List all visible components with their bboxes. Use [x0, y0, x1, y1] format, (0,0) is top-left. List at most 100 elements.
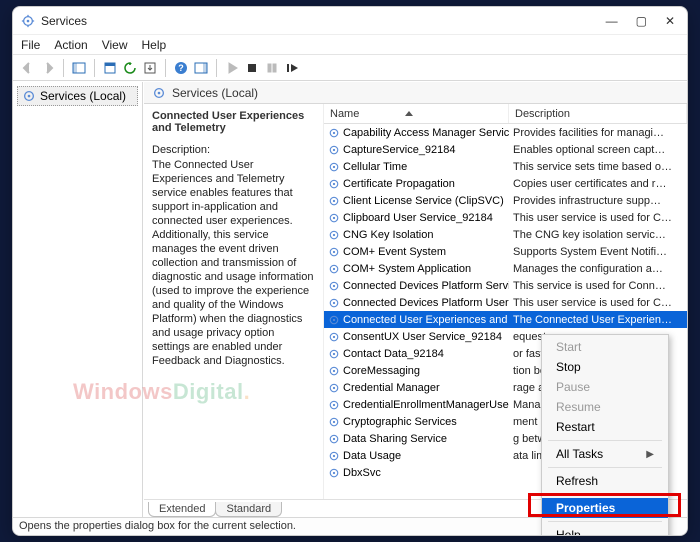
properties-button[interactable]	[101, 59, 119, 77]
toolbar-separator	[216, 59, 217, 77]
show-hide-action-pane-button[interactable]	[192, 59, 210, 77]
ctx-refresh[interactable]: Refresh	[542, 471, 668, 491]
close-button[interactable]: ✕	[665, 14, 675, 28]
menu-action[interactable]: Action	[54, 38, 87, 52]
service-row[interactable]: Connected Devices Platform User Service……	[324, 294, 687, 311]
gear-icon	[328, 144, 340, 156]
gear-icon	[328, 416, 340, 428]
gear-icon	[328, 433, 340, 445]
selected-service-name: Connected User Experiences and Telemetry	[152, 110, 315, 134]
back-button[interactable]	[19, 59, 37, 77]
service-description-cell: Copies user certificates and r…	[509, 178, 687, 190]
service-name-label: Contact Data_92184	[343, 348, 444, 360]
service-name-label: Connected Devices Platform User Service…	[343, 297, 509, 309]
gear-icon	[328, 263, 340, 275]
service-name-label: Credential Manager	[343, 382, 440, 394]
ctx-refresh-label: Refresh	[556, 474, 598, 488]
window-title: Services	[41, 14, 606, 28]
service-description-cell: This user service is used for C…	[509, 212, 687, 224]
gear-icon	[328, 365, 340, 377]
ctx-resume[interactable]: Resume	[542, 397, 668, 417]
description-text: The Connected User Experiences and Telem…	[152, 158, 315, 368]
service-name-label: Certificate Propagation	[343, 178, 455, 190]
service-row[interactable]: Clipboard User Service_92184This user se…	[324, 209, 687, 226]
description-label: Description:	[152, 144, 315, 156]
ctx-pause-label: Pause	[556, 380, 590, 394]
ctx-stop[interactable]: Stop	[542, 357, 668, 377]
service-name-label: CNG Key Isolation	[343, 229, 433, 241]
stop-service-button[interactable]	[243, 59, 261, 77]
ctx-pause[interactable]: Pause	[542, 377, 668, 397]
tab-extended-label: Extended	[159, 503, 205, 515]
service-name-cell: CoreMessaging	[324, 365, 509, 377]
service-name-cell: Connected Devices Platform User Service…	[324, 297, 509, 309]
ctx-help[interactable]: Help	[542, 525, 668, 536]
service-name-cell: Contact Data_92184	[324, 348, 509, 360]
gear-icon	[328, 178, 340, 190]
service-name-cell: Data Usage	[324, 450, 509, 462]
maximize-button[interactable]: ▢	[636, 14, 647, 28]
show-hide-console-tree-button[interactable]	[70, 59, 88, 77]
tab-standard[interactable]: Standard	[215, 502, 282, 517]
menu-view[interactable]: View	[102, 38, 128, 52]
export-list-button[interactable]	[141, 59, 159, 77]
service-name-label: Connected Devices Platform Service	[343, 280, 509, 292]
ctx-all-tasks-label: All Tasks	[556, 447, 603, 461]
service-description-cell: Enables optional screen capt…	[509, 144, 687, 156]
service-name-label: COM+ Event System	[343, 246, 446, 258]
ctx-all-tasks[interactable]: All Tasks▶	[542, 444, 668, 464]
service-description-cell: The Connected User Experien…	[509, 314, 687, 326]
service-name-cell: Cryptographic Services	[324, 416, 509, 428]
ctx-properties[interactable]: Properties	[542, 498, 668, 518]
gear-icon	[328, 348, 340, 360]
ctx-help-label: Help	[556, 528, 581, 536]
service-name-label: COM+ System Application	[343, 263, 471, 275]
column-header-name[interactable]: Name	[324, 104, 509, 123]
gear-icon	[328, 212, 340, 224]
menu-file[interactable]: File	[21, 38, 40, 52]
start-service-button[interactable]	[223, 59, 241, 77]
service-name-label: Connected User Experiences and Telemetr…	[343, 314, 509, 326]
minimize-button[interactable]: —	[606, 14, 618, 28]
service-name-cell: Cellular Time	[324, 161, 509, 173]
ctx-separator	[548, 521, 662, 522]
forward-button[interactable]	[39, 59, 57, 77]
service-row[interactable]: Capability Access Manager ServiceProvide…	[324, 124, 687, 141]
gear-icon	[328, 195, 340, 207]
service-description-cell: Manages the configuration a…	[509, 263, 687, 275]
column-header-description[interactable]: Description	[509, 104, 687, 123]
service-row[interactable]: Client License Service (ClipSVC)Provides…	[324, 192, 687, 209]
menu-bar: File Action View Help	[13, 35, 687, 55]
service-name-label: CoreMessaging	[343, 365, 420, 377]
menu-help[interactable]: Help	[142, 38, 167, 52]
service-description-cell: The CNG key isolation servic…	[509, 229, 687, 241]
service-row[interactable]: CNG Key Isolation The CNG key isolation s…	[324, 226, 687, 243]
window-controls: — ▢ ✕	[606, 14, 679, 28]
service-name-label: Client License Service (ClipSVC)	[343, 195, 504, 207]
service-row[interactable]: Cellular TimeThis service sets time base…	[324, 158, 687, 175]
service-name-cell: DbxSvc	[324, 467, 509, 479]
gear-icon	[328, 331, 340, 343]
service-name-cell: ConsentUX User Service_92184	[324, 331, 509, 343]
service-row[interactable]: COM+ System Application Manages the confi…	[324, 260, 687, 277]
restart-service-button[interactable]	[283, 59, 301, 77]
ctx-stop-label: Stop	[556, 360, 581, 374]
ctx-restart[interactable]: Restart	[542, 417, 668, 437]
service-row[interactable]: Certificate Propagation Copies user certi…	[324, 175, 687, 192]
service-row[interactable]: Connected Devices Platform ServiceThis s…	[324, 277, 687, 294]
sort-ascending-icon	[405, 111, 413, 116]
ctx-separator	[548, 467, 662, 468]
service-row[interactable]: CaptureService_92184Enables optional scr…	[324, 141, 687, 158]
gear-icon	[328, 127, 340, 139]
help-button[interactable]: ?	[172, 59, 190, 77]
refresh-button[interactable]	[121, 59, 139, 77]
service-name-cell: COM+ Event System	[324, 246, 509, 258]
service-row[interactable]: COM+ Event SystemSupports System Event N…	[324, 243, 687, 260]
tab-extended[interactable]: Extended	[148, 502, 216, 517]
ctx-start[interactable]: Start	[542, 337, 668, 357]
service-name-cell: COM+ System Application	[324, 263, 509, 275]
service-name-cell: CredentialEnrollmentManagerUserSvc_	[324, 399, 509, 411]
service-row[interactable]: Connected User Experiences and Telemetr……	[324, 311, 687, 328]
pause-service-button[interactable]	[263, 59, 281, 77]
tree-root-services-local[interactable]: Services (Local)	[17, 86, 138, 106]
